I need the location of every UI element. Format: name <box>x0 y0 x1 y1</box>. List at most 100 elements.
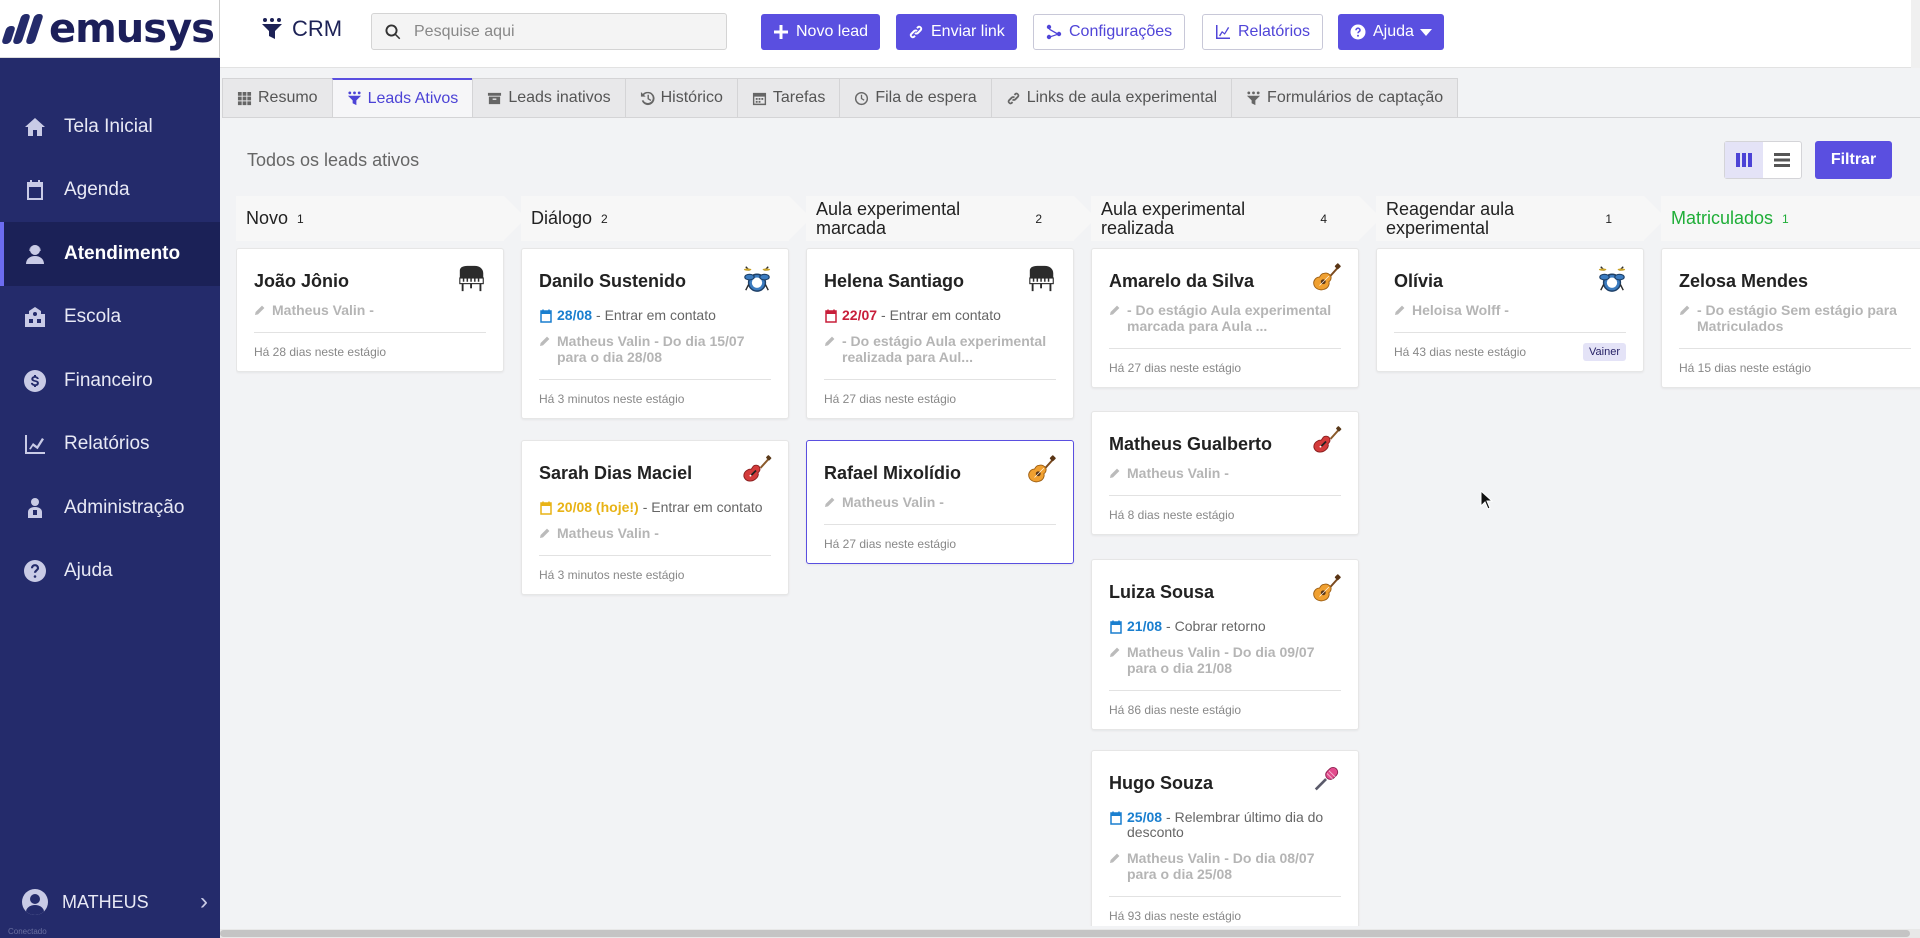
column-header[interactable]: Novo 1 <box>236 196 526 241</box>
school-icon <box>22 304 48 330</box>
lead-card[interactable]: Helena Santiago 22/07- Entrar em contato -… <box>806 248 1074 419</box>
user-menu[interactable]: MATHEUS › <box>0 880 220 924</box>
lead-name: Olívia <box>1394 271 1444 291</box>
stage-time: Há 43 dias neste estágio Vainer <box>1394 333 1626 371</box>
column-header[interactable]: Aula experimental realizada 4 <box>1091 196 1381 241</box>
sidebar-item-ajuda[interactable]: Ajuda <box>0 540 220 604</box>
tab-label: Tarefas <box>772 89 826 106</box>
page-scrollbar[interactable] <box>1911 0 1920 68</box>
logo[interactable]: emusys <box>0 0 220 58</box>
electric-guitar-icon <box>742 455 772 485</box>
tab-leads-ativos[interactable]: Leads Ativos <box>331 78 474 118</box>
search-icon <box>385 23 401 39</box>
note-text: - Do estágio Aula experimental realizada… <box>842 333 1047 365</box>
lead-card[interactable]: Zelosa Mendes - Do estágio Sem estágio pa… <box>1661 248 1920 388</box>
send-link-button[interactable]: Enviar link <box>896 14 1017 50</box>
grid-icon <box>237 91 252 105</box>
kanban-view-button[interactable] <box>1725 142 1763 178</box>
stage-time-text: Há 3 minutos neste estágio <box>539 392 685 406</box>
lead-task[interactable]: 28/08- Entrar em contato <box>539 308 771 323</box>
pencil-icon <box>540 336 550 346</box>
sidebar-item-label: Tela Inicial <box>64 115 153 137</box>
piano-icon <box>457 263 487 293</box>
sidebar-item-escola[interactable]: Escola <box>0 286 220 350</box>
settings-button[interactable]: Configurações <box>1033 14 1186 50</box>
column-header[interactable]: Reagendar aula experimental 1 <box>1376 196 1666 241</box>
microphone-icon <box>1312 765 1342 795</box>
lead-card[interactable]: Luiza Sousa 21/08- Cobrar retorno Matheus … <box>1091 559 1359 730</box>
new-lead-button[interactable]: Novo lead <box>761 14 881 50</box>
lead-note: - Do estágio Aula experimental realizada… <box>824 333 1056 365</box>
column-title: Matriculados <box>1671 208 1774 228</box>
sidebar-item-administracao[interactable]: Administração <box>0 476 220 540</box>
sidebar-item-tela-inicial[interactable]: Tela Inicial <box>0 95 220 159</box>
lead-card[interactable]: Matheus Gualberto Matheus Valin - Há 8 dia… <box>1091 411 1359 535</box>
task-date: 25/08 <box>1127 809 1163 825</box>
column-count: 2 <box>601 211 608 226</box>
column-header[interactable]: Matriculados 1 <box>1661 196 1920 241</box>
filter-button[interactable]: Filtrar <box>1815 141 1892 179</box>
stage-time: Há 3 minutos neste estágio <box>539 556 771 594</box>
stage-time: Há 28 dias neste estágio <box>254 333 486 371</box>
calendar-icon <box>22 177 48 203</box>
column-header[interactable]: Diálogo 2 <box>521 196 811 241</box>
lead-task[interactable]: 22/07- Entrar em contato <box>824 308 1056 323</box>
calendar-icon <box>825 309 837 323</box>
kanban-column: Matriculados 1 Zelosa Mendes - Do estágio S… <box>1661 196 1920 926</box>
scrollbar-thumb[interactable] <box>220 930 1910 937</box>
task-date: 21/08 <box>1127 618 1163 634</box>
lead-task[interactable]: 25/08- Relembrar último dia do desconto <box>1109 810 1341 840</box>
lead-task[interactable]: 20/08 (hoje!) - Entrar em contato <box>539 500 771 515</box>
note-text: Matheus Valin - Do dia 15/07 para o dia … <box>557 333 745 365</box>
lead-card[interactable]: Hugo Souza 25/08- Relembrar último dia do… <box>1091 750 1359 926</box>
archive-icon <box>488 92 502 104</box>
lead-name: Sarah Dias Maciel <box>539 463 693 483</box>
link-icon <box>909 25 923 39</box>
send-link-label: Enviar link <box>931 23 1005 40</box>
tab-links-aula-experimental[interactable]: Links de aula experimental <box>990 78 1233 118</box>
sidebar-item-agenda[interactable]: Agenda <box>0 159 220 223</box>
tab-formularios-captacao[interactable]: Formulários de captação <box>1231 78 1459 118</box>
sidebar-item-financeiro[interactable]: Financeiro <box>0 349 220 413</box>
pencil-icon <box>1110 647 1120 657</box>
note-text: Heloisa Wolff - <box>1412 302 1509 318</box>
stage-time-text: Há 86 dias neste estágio <box>1109 703 1242 717</box>
stage-time: Há 86 dias neste estágio <box>1109 691 1341 729</box>
board-horizontal-scrollbar[interactable] <box>220 929 1920 938</box>
lead-card[interactable]: Rafael Mixolídio Matheus Valin - Há 27 dia… <box>806 440 1074 564</box>
tab-leads-inativos[interactable]: Leads inativos <box>472 78 626 118</box>
lead-card[interactable]: Olívia Heloisa Wolff - Há 43 dias neste es… <box>1376 248 1644 372</box>
search-input[interactable] <box>414 22 704 41</box>
headset-icon <box>22 241 48 267</box>
lead-card[interactable]: Amarelo da Silva - Do estágio Aula experi… <box>1091 248 1359 388</box>
column-header[interactable]: Aula experimental marcada 2 <box>806 196 1096 241</box>
tab-fila-de-espera[interactable]: Fila de espera <box>839 78 992 118</box>
lead-name: Danilo Sustenido <box>539 271 687 291</box>
funnel-icon <box>347 91 361 106</box>
pencil-icon <box>825 497 835 507</box>
list-view-button[interactable] <box>1763 142 1801 178</box>
user-name: MATHEUS <box>62 891 149 912</box>
lead-card[interactable]: João Jônio Matheus Valin - Há 28 dias nest… <box>236 248 504 372</box>
note-text: Matheus Valin - Do dia 08/07 para o dia … <box>1127 850 1315 882</box>
tab-resumo[interactable]: Resumo <box>222 78 333 118</box>
sidebar-item-relatorios[interactable]: Relatórios <box>0 413 220 477</box>
sidebar-nav: Tela Inicial Agenda Atendimento Escola F… <box>0 95 220 603</box>
tab-historico[interactable]: Histórico <box>624 78 738 118</box>
lead-name: Amarelo da Silva <box>1109 271 1255 291</box>
reports-button[interactable]: Relatórios <box>1202 14 1324 50</box>
lead-task[interactable]: 21/08- Cobrar retorno <box>1109 619 1341 634</box>
avatar <box>22 889 48 915</box>
nodes-icon <box>1046 24 1062 40</box>
tab-label: Formulários de captação <box>1267 89 1444 106</box>
lead-card[interactable]: Danilo Sustenido 28/08- Entrar em contato… <box>521 248 789 419</box>
sidebar-item-label: Administração <box>64 496 185 518</box>
tab-tarefas[interactable]: Tarefas <box>736 78 841 118</box>
sidebar-item-atendimento[interactable]: Atendimento <box>0 222 220 286</box>
note-text: - Do estágio Aula experimental marcada p… <box>1127 302 1332 334</box>
lead-card[interactable]: Sarah Dias Maciel 20/08 (hoje!) - Entrar e… <box>521 440 789 595</box>
sidebar-item-label: Financeiro <box>64 369 153 391</box>
lead-note: Matheus Valin - <box>254 302 486 318</box>
help-button[interactable]: Ajuda <box>1338 14 1444 50</box>
funnel-icon <box>262 18 282 39</box>
